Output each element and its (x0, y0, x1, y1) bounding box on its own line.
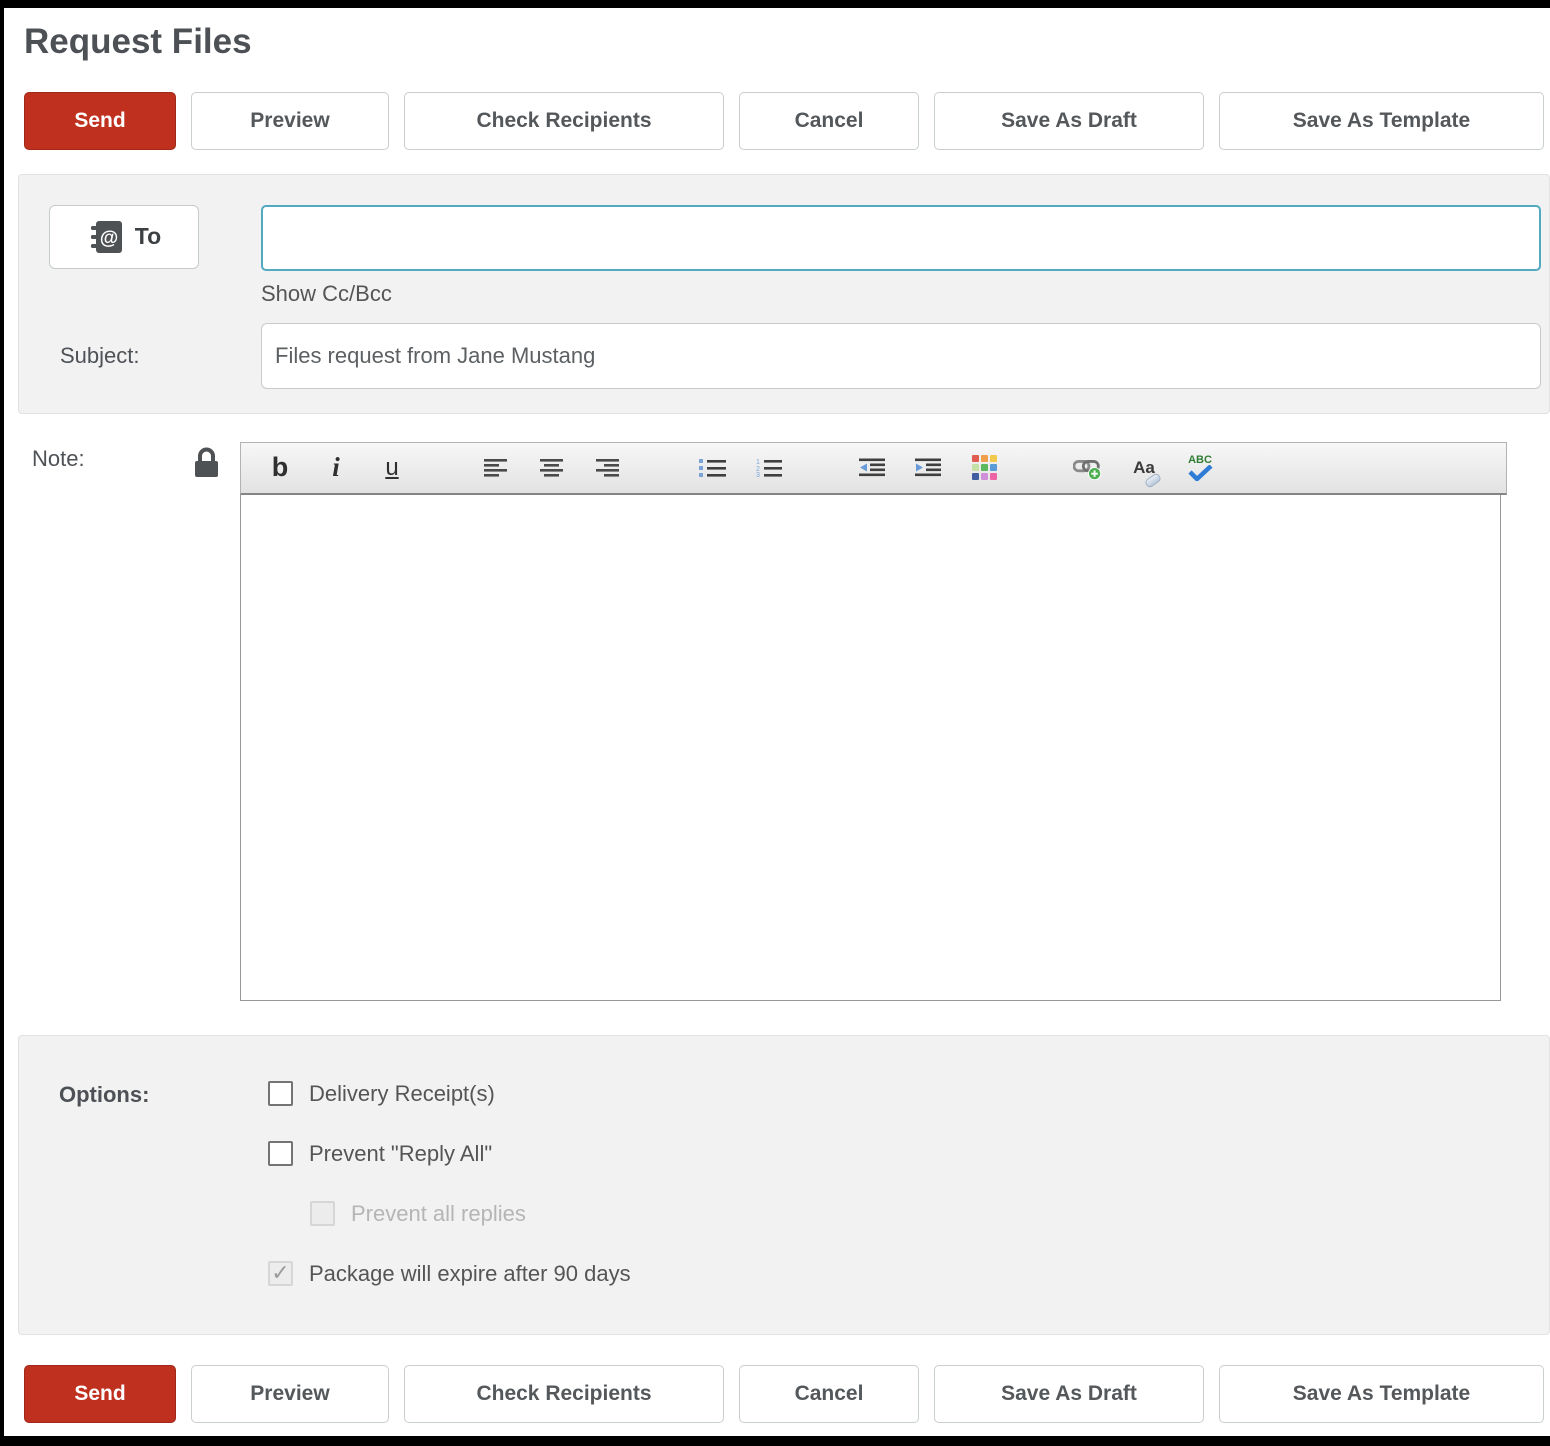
note-label: Note: (32, 446, 85, 472)
option-label: Delivery Receipt(s) (309, 1081, 495, 1107)
option-label: Package will expire after 90 days (309, 1261, 631, 1287)
align-center-icon[interactable] (537, 451, 567, 485)
cancel-button[interactable]: Cancel (739, 92, 919, 150)
page-title: Request Files (24, 20, 1550, 64)
italic-icon[interactable]: i (321, 451, 351, 485)
bold-icon[interactable]: b (265, 451, 295, 485)
indent-icon[interactable] (913, 451, 943, 485)
svg-text:@: @ (100, 228, 119, 249)
lock-icon (193, 446, 220, 479)
recipients-panel: @ To Show Cc/Bcc Subject: (18, 174, 1550, 414)
font-style-icon[interactable]: Aa (1129, 451, 1159, 485)
outdent-icon[interactable] (857, 451, 887, 485)
action-button-row-top: Send Preview Check Recipients Cancel Sav… (24, 92, 1550, 150)
option-label: Prevent "Reply All" (309, 1141, 492, 1167)
option-label: Prevent all replies (351, 1201, 526, 1227)
check-recipients-button[interactable]: Check Recipients (404, 92, 724, 150)
note-section: Note: b i u (4, 442, 1550, 1001)
editor-toolbar: b i u (240, 442, 1507, 495)
address-book-icon: @ (87, 218, 125, 256)
show-cc-bcc-link[interactable]: Show Cc/Bcc (261, 281, 392, 307)
unordered-list-icon[interactable] (697, 451, 727, 485)
save-as-template-button[interactable]: Save As Template (1219, 1365, 1544, 1423)
insert-link-icon[interactable] (1073, 451, 1103, 485)
options-label: Options: (59, 1080, 268, 1288)
ordered-list-icon[interactable]: 1 2 3 (753, 451, 783, 485)
prevent-all-replies-checkbox (310, 1201, 335, 1226)
preview-button[interactable]: Preview (191, 1365, 389, 1423)
note-textarea[interactable] (240, 495, 1501, 1001)
package-expiry-checkbox (268, 1261, 293, 1286)
spellcheck-icon[interactable]: ABC (1185, 451, 1215, 485)
to-row: @ To Show Cc/Bcc (49, 205, 1549, 307)
request-files-page: { "page": { "title": "Request Files" }, … (0, 0, 1550, 1446)
align-left-icon[interactable] (481, 451, 511, 485)
save-as-template-button[interactable]: Save As Template (1219, 92, 1544, 150)
svg-text:3: 3 (756, 472, 760, 477)
check-recipients-button[interactable]: Check Recipients (404, 1365, 724, 1423)
underline-icon[interactable]: u (377, 451, 407, 485)
action-button-row-bottom: Send Preview Check Recipients Cancel Sav… (24, 1365, 1550, 1423)
subject-label: Subject: (60, 343, 261, 369)
to-address-book-button[interactable]: @ To (49, 205, 199, 269)
subject-row: Subject: (49, 323, 1549, 389)
delivery-receipts-checkbox[interactable] (268, 1081, 293, 1106)
align-right-icon[interactable] (593, 451, 623, 485)
cancel-button[interactable]: Cancel (739, 1365, 919, 1423)
send-button[interactable]: Send (24, 92, 176, 150)
note-editor: b i u (240, 442, 1507, 1001)
prevent-reply-all-checkbox[interactable] (268, 1141, 293, 1166)
option-package-expiry: Package will expire after 90 days (268, 1260, 1549, 1288)
option-prevent-all-replies: Prevent all replies (310, 1200, 1549, 1228)
send-button[interactable]: Send (24, 1365, 176, 1423)
save-as-draft-button[interactable]: Save As Draft (934, 92, 1204, 150)
option-delivery-receipts: Delivery Receipt(s) (268, 1080, 1549, 1108)
color-palette-icon[interactable] (969, 451, 999, 485)
svg-text:1: 1 (756, 459, 760, 466)
to-input[interactable] (261, 205, 1541, 271)
option-prevent-reply-all: Prevent "Reply All" (268, 1140, 1549, 1168)
subject-input[interactable] (261, 323, 1541, 389)
save-as-draft-button[interactable]: Save As Draft (934, 1365, 1204, 1423)
options-panel: Options: Delivery Receipt(s) Prevent "Re… (18, 1035, 1550, 1335)
preview-button[interactable]: Preview (191, 92, 389, 150)
to-button-label: To (135, 223, 161, 250)
